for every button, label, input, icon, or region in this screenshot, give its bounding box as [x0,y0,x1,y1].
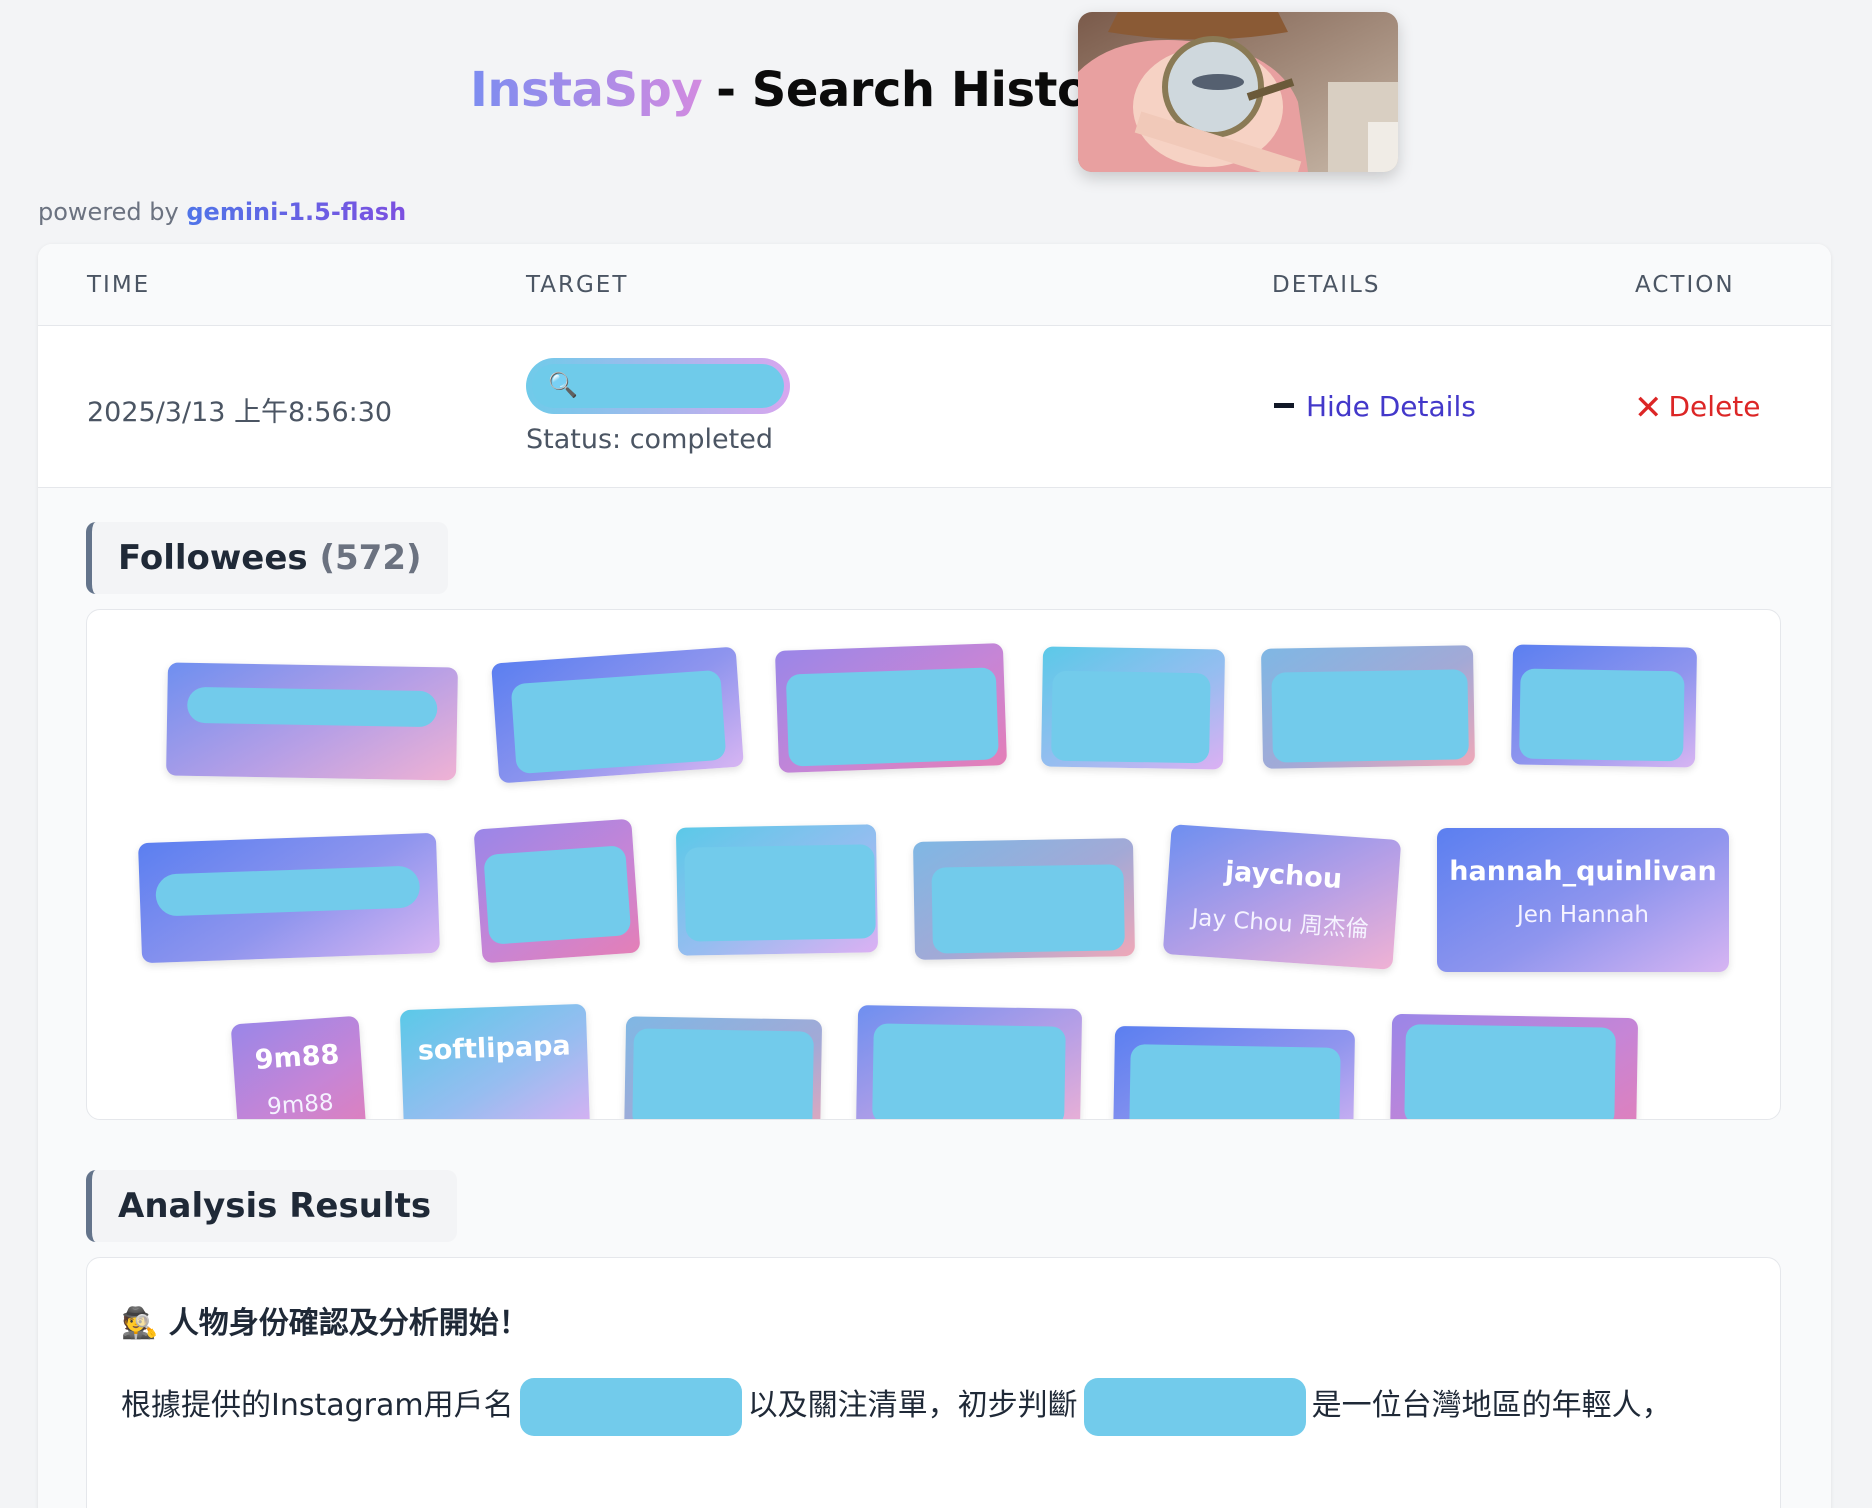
redacted-name [510,669,727,775]
followee-tile[interactable] [137,832,441,964]
followee-tile-hannah[interactable]: hannah_quinlivan Jen Hannah [1437,828,1729,972]
column-time: TIME [87,272,151,298]
followee-tile[interactable] [855,1005,1083,1119]
analysis-text-3: 是一位台灣地區的年輕人， [1311,1388,1672,1423]
followee-tile[interactable] [912,838,1136,960]
followee-tile[interactable] [1040,646,1226,770]
redacted-name [483,845,632,945]
minus-icon [1274,402,1294,408]
followee-tile[interactable] [1389,1013,1639,1119]
analysis-text-1: 根據提供的Instagram用戶名 [121,1388,514,1423]
followees-list: jaychou Jay Chou 周杰倫 hannah_quinlivan Je… [86,609,1781,1120]
column-target: TARGET [526,272,629,298]
followee-tile-softlipapa[interactable]: softlipapa [399,1003,591,1119]
redacted-name [632,1028,814,1119]
redacted-name [155,865,421,917]
redacted-name [186,686,438,728]
delete-label: Delete [1668,390,1761,423]
followees-title: Followees [118,538,308,578]
followee-tile[interactable] [774,643,1008,773]
redacted-name [1271,669,1469,763]
analysis-heading: Analysis Results [86,1170,458,1242]
powered-prefix: powered by [38,198,179,226]
followee-tile[interactable] [491,646,744,784]
redacted-username [1083,1377,1306,1436]
analysis-subheading: 🕵 人物身份確認及分析開始！ [121,1306,529,1341]
powered-by: powered by gemini-1.5-flash [38,198,406,226]
redacted-name [1519,668,1685,762]
redacted-name [684,844,876,942]
followee-fullname: 9m88 [266,1089,335,1120]
followee-username: 9m88 [253,1039,341,1076]
followees-count: (572) [319,538,422,578]
followee-tile[interactable] [166,662,458,781]
redacted-username [519,1377,742,1436]
search-time: 2025/3/13 上午8:56:30 [87,397,393,428]
followee-tile[interactable] [473,818,641,964]
hide-details-label: Hide Details [1306,390,1476,423]
column-action: ACTION [1635,272,1735,298]
analysis-title: Analysis Results [118,1186,432,1226]
followee-tile[interactable] [1510,644,1698,768]
redacted-name [1404,1024,1616,1119]
followee-tile[interactable] [1112,1025,1356,1119]
redacted-name [1129,1044,1341,1119]
redacted-name [872,1023,1066,1119]
followees-heading: Followees (572) [86,522,448,594]
followee-fullname: Jen Hannah [1516,902,1650,928]
followee-username: softlipapa [417,1030,572,1067]
magnifier-icon: 🔍 [548,371,578,399]
followee-tile-jaychou[interactable]: jaychou Jay Chou 周杰倫 [1162,824,1402,970]
status-text: Status: completed [526,424,773,455]
table-header: TIME TARGET DETAILS ACTION [38,244,1831,326]
redacted-name [785,667,999,767]
redacted-name [931,864,1125,954]
analysis-paragraph: 根據提供的Instagram用戶名 以及關注清單，初步判斷 是一位台灣地區的年輕人， [121,1376,1672,1436]
column-details: DETAILS [1272,272,1381,298]
analysis-text-2: 以及關注清單，初步判斷 [747,1388,1078,1423]
followee-tile[interactable] [675,824,879,956]
page-title: InstaSpy - Search History [470,62,1144,118]
target-pill[interactable]: 🔍 [526,358,790,414]
hero-image [1078,12,1398,172]
details-panel: Followees (572) jaychou Jay Chou 周杰倫 han… [38,488,1831,1508]
followee-tile[interactable] [1260,645,1476,769]
followee-fullname: Jay Chou 周杰倫 [1190,904,1370,944]
page-header: InstaSpy - Search History powered by gemi… [0,0,1872,226]
hide-details-button[interactable]: Hide Details [1274,390,1476,423]
model-name: gemini-1.5-flash [186,198,407,226]
target-redacted: 🔍 [532,364,784,408]
followee-tile-9m88[interactable]: 9m88 9m88 [230,1015,368,1120]
redacted-name [1051,670,1211,764]
followee-username: hannah_quinlivan [1449,856,1717,887]
x-icon: ✕ [1634,388,1663,428]
analysis-results: 🕵 人物身份確認及分析開始！ 根據提供的Instagram用戶名 以及關注清單，初… [86,1257,1781,1508]
history-card: TIME TARGET DETAILS ACTION 2025/3/13 上午8… [38,244,1831,1508]
table-row: 2025/3/13 上午8:56:30 🔍 Status: completed … [38,326,1831,488]
followee-username: jaychou [1223,856,1344,896]
delete-button[interactable]: ✕ Delete [1634,388,1761,428]
followee-tile[interactable] [623,1016,823,1119]
brand-name: InstaSpy [470,62,703,118]
